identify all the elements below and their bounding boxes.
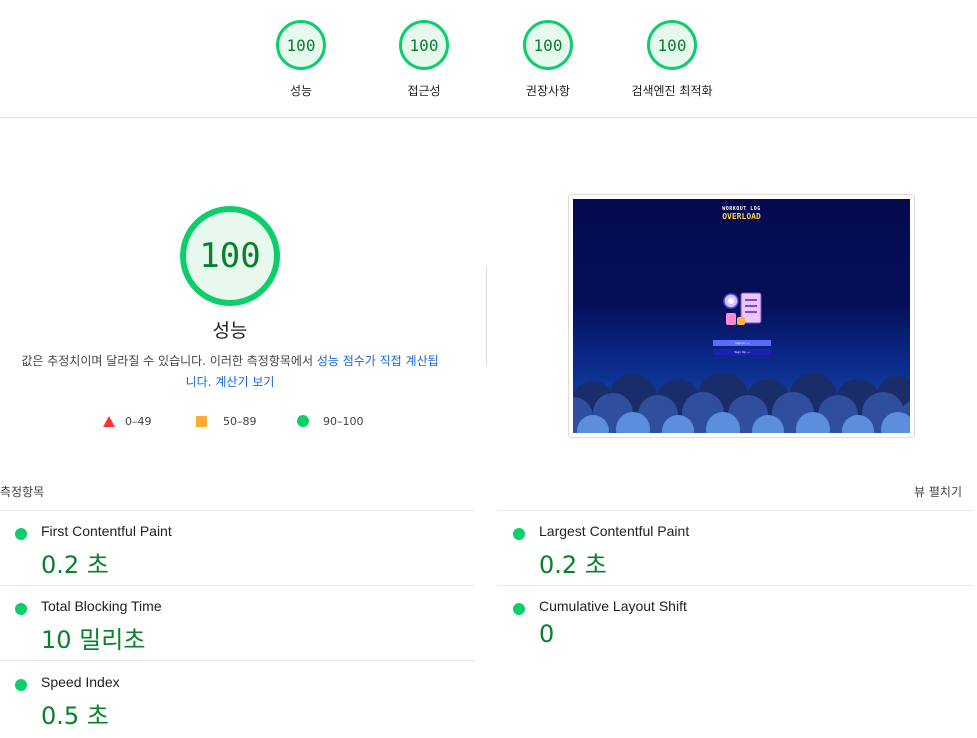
metric-name: Cumulative Layout Shift (539, 598, 687, 614)
metric-value: 0.2 초 (539, 551, 607, 579)
performance-title: 성능 (212, 320, 248, 342)
square-icon (196, 415, 207, 427)
metric-value: 0.2 초 (41, 551, 109, 579)
gauge-seo[interactable]: 100 검색엔진 최적화 (612, 20, 732, 99)
metric-name: Largest Contentful Paint (539, 523, 690, 539)
gauge-performance-label: 성능 (289, 84, 313, 98)
metrics-divider (0, 585, 475, 586)
calculator-link[interactable]: 계산기 보기 (215, 375, 274, 389)
expand-view-button[interactable]: 뷰 펼치기 (914, 483, 962, 500)
legend-fail: 0–49 (103, 413, 152, 429)
metric-name: Speed Index (41, 674, 120, 690)
gauge-best-practices[interactable]: 100 권장사항 (488, 20, 608, 99)
screenshot-app-title: OVERLOAD (722, 212, 761, 221)
metric-name: First Contentful Paint (41, 523, 172, 539)
legend-average: 50–89 (196, 413, 257, 429)
triangle-icon (103, 415, 115, 427)
gauge-accessibility-label: 접근성 (407, 84, 441, 98)
checklist-illustration-icon (723, 292, 762, 325)
metrics-divider (497, 510, 973, 511)
gauge-accessibility-score: 100 (399, 20, 449, 70)
legend-pass: 90–100 (297, 413, 364, 429)
performance-score-gauge: 100 (180, 206, 280, 306)
screenshot-signin-button: Sign in → (713, 340, 771, 346)
performance-description: 값은 추정치이며 달라질 수 있습니다. 이러한 측정항목에서 성능 점수가 직… (20, 351, 440, 393)
pass-circle-icon (15, 603, 27, 615)
metrics-divider (0, 510, 475, 511)
page-screenshot-image: WORKOUT LOG OVERLOAD Sign in → Sign Up → (573, 199, 910, 433)
category-gauges-bar: 100 성능 100 접근성 100 권장사항 100 검색엔진 최적화 (0, 0, 977, 118)
metric-value: 10 밀리초 (41, 626, 146, 654)
gauge-performance-score: 100 (276, 20, 326, 70)
metrics-divider (497, 585, 973, 586)
circle-icon (297, 415, 309, 427)
pass-circle-icon (513, 603, 525, 615)
legend-pass-label: 90–100 (323, 414, 364, 428)
gauge-accessibility[interactable]: 100 접근성 (364, 20, 484, 99)
metric-value: 0 (539, 620, 555, 648)
screenshot-signup-button: Sign Up → (713, 349, 771, 355)
metric-value: 0.5 초 (41, 702, 109, 730)
pass-circle-icon (15, 528, 27, 540)
metrics-section-label: 측정항목 (0, 485, 45, 499)
legend-fail-label: 0–49 (125, 414, 152, 428)
gauge-seo-score: 100 (647, 20, 697, 70)
metrics-divider (0, 660, 475, 661)
pass-circle-icon (15, 679, 27, 691)
metric-name: Total Blocking Time (41, 598, 162, 614)
gauge-best-practices-label: 권장사항 (525, 84, 571, 98)
gauge-best-practices-score: 100 (523, 20, 573, 70)
gauge-seo-label: 검색엔진 최적화 (631, 84, 713, 98)
pass-circle-icon (513, 528, 525, 540)
gauge-performance[interactable]: 100 성능 (241, 20, 361, 99)
clouds-decoration (573, 373, 910, 433)
final-screenshot[interactable]: WORKOUT LOG OVERLOAD Sign in → Sign Up → (568, 194, 915, 438)
section-divider (486, 266, 487, 366)
performance-description-text: 값은 추정치이며 달라질 수 있습니다. 이러한 측정항목에서 (21, 354, 317, 368)
legend-average-label: 50–89 (223, 414, 257, 428)
